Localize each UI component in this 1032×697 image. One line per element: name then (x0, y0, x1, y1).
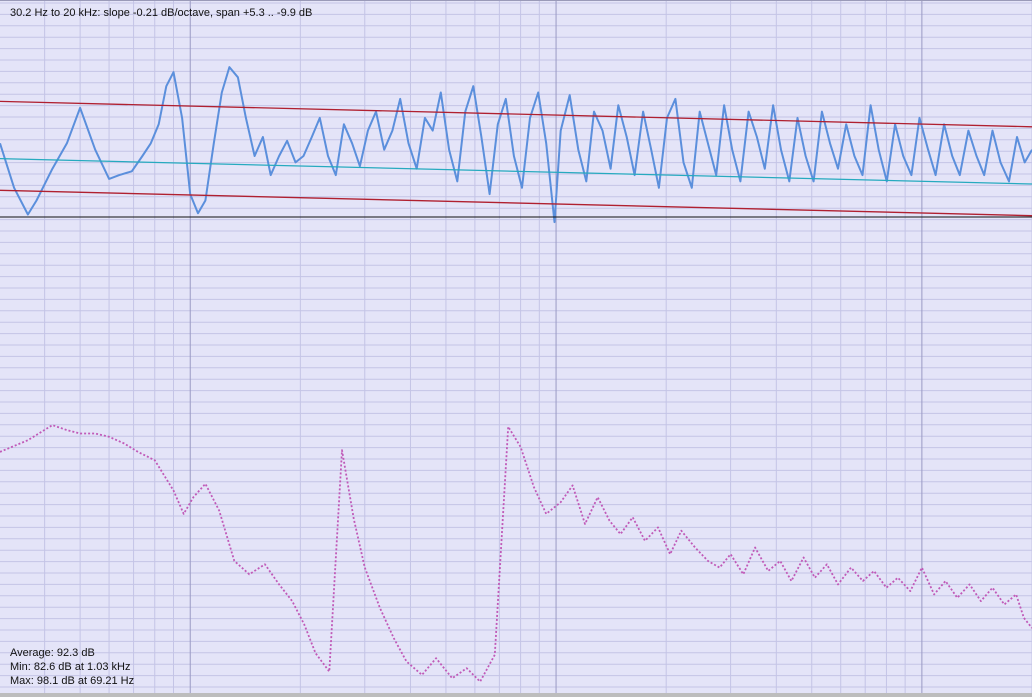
stats-box: Average: 92.3 dB Min: 82.6 dB at 1.03 kH… (10, 646, 134, 688)
frequency-response-chart[interactable] (0, 1, 1032, 694)
max-readout: Max: 98.1 dB at 69.21 Hz (10, 675, 135, 687)
min-readout: Min: 82.6 dB at 1.03 kHz (10, 661, 131, 673)
plot-area[interactable]: 30.2 Hz to 20 kHz: slope -0.21 dB/octave… (0, 0, 1032, 694)
average-readout: Average: 92.3 dB (10, 647, 95, 659)
slope-readout: 30.2 Hz to 20 kHz: slope -0.21 dB/octave… (10, 7, 313, 19)
bottom-border (0, 693, 1032, 697)
